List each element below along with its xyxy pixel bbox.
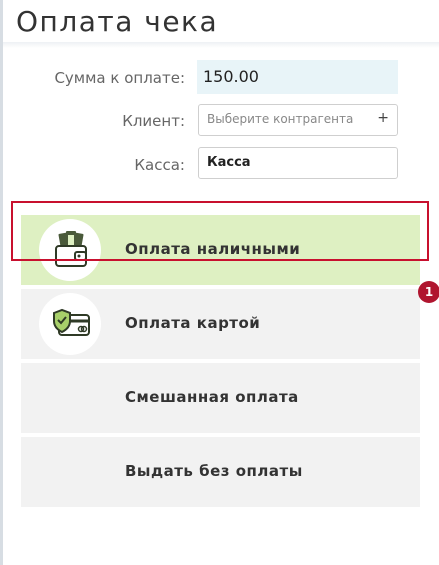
pay-card-button[interactable]: Оплата картой xyxy=(21,289,420,359)
pay-mixed-label: Смешанная оплата xyxy=(125,388,299,406)
add-client-button[interactable]: + xyxy=(377,110,389,126)
title-divider xyxy=(3,42,439,48)
issue-without-payment-label: Выдать без оплаты xyxy=(125,462,303,480)
client-row: Клиент: Выберите контрагента + xyxy=(0,103,439,139)
amount-field[interactable]: 150.00 xyxy=(197,60,398,94)
pay-mixed-button[interactable]: Смешанная оплата xyxy=(21,363,420,433)
issue-without-payment-button[interactable]: Выдать без оплаты xyxy=(21,437,420,507)
amount-label: Сумма к оплате: xyxy=(54,69,185,87)
kassa-select[interactable]: Касса xyxy=(198,147,398,179)
client-placeholder: Выберите контрагента xyxy=(207,112,354,126)
client-select[interactable]: Выберите контрагента + xyxy=(198,104,398,136)
kassa-label: Касса: xyxy=(134,156,185,174)
dialog-title: Оплата чека xyxy=(16,5,219,38)
wallet-cash-icon xyxy=(39,219,101,281)
pay-card-label: Оплата картой xyxy=(125,314,261,332)
amount-row: Сумма к оплате: 150.00 xyxy=(0,60,439,96)
credit-card-shield-icon xyxy=(39,293,101,355)
step-marker: 1 xyxy=(418,281,439,303)
pay-cash-label: Оплата наличными xyxy=(125,240,301,258)
pay-cash-button[interactable]: Оплата наличными xyxy=(21,215,420,285)
client-label: Клиент: xyxy=(122,112,185,130)
kassa-row: Касса: Касса xyxy=(0,147,439,183)
